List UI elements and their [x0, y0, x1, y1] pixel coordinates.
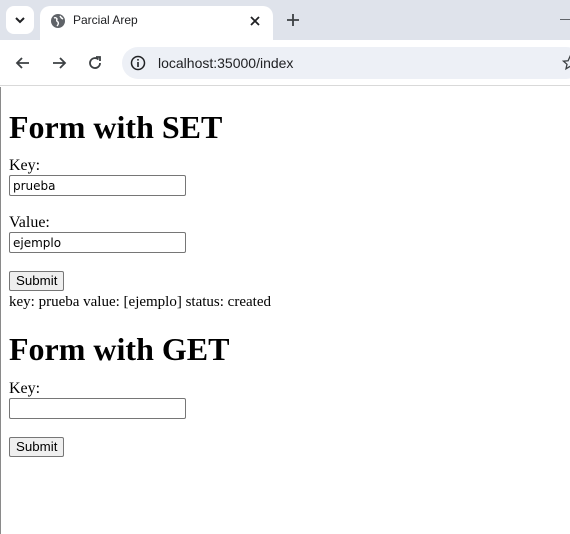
set-form-heading: Form with SET	[9, 109, 223, 145]
back-arrow-icon[interactable]	[13, 53, 33, 73]
browser-toolbar: localhost:35000/index	[0, 40, 570, 86]
tab-strip: Parcial Arep	[0, 0, 570, 40]
address-bar[interactable]: localhost:35000/index	[122, 47, 570, 79]
get-key-input[interactable]	[9, 398, 186, 419]
set-value-label: Value:	[9, 214, 50, 231]
globe-icon	[51, 14, 65, 28]
page-content: Form with SET Key: Value: Submit key: pr…	[9, 87, 564, 457]
url-text[interactable]: localhost:35000/index	[158, 55, 293, 71]
get-form: Key: Submit	[9, 380, 564, 457]
browser-tab[interactable]: Parcial Arep	[40, 6, 273, 40]
minimize-icon[interactable]	[560, 19, 570, 20]
get-key-label: Key:	[9, 380, 41, 397]
set-value-input[interactable]	[9, 232, 186, 253]
site-info-icon[interactable]	[130, 55, 146, 71]
window-border	[0, 87, 1, 534]
reload-icon[interactable]	[85, 53, 105, 73]
set-result-text: key: prueba value: [ejemplo] status: cre…	[9, 294, 271, 310]
close-icon[interactable]	[247, 13, 263, 29]
set-submit-button[interactable]: Submit	[9, 271, 65, 291]
tab-search-button[interactable]	[6, 6, 34, 34]
get-form-heading: Form with GET	[9, 331, 230, 367]
get-submit-button[interactable]: Submit	[9, 437, 65, 457]
set-key-label: Key:	[9, 157, 41, 174]
forward-arrow-icon[interactable]	[49, 53, 69, 73]
chevron-down-icon	[15, 17, 25, 24]
tab-title: Parcial Arep	[73, 13, 138, 27]
new-tab-plus-icon[interactable]	[284, 11, 302, 29]
set-form: Key: Value: Submit	[9, 157, 564, 291]
bookmark-star-icon[interactable]	[562, 55, 570, 71]
set-key-input[interactable]	[9, 175, 186, 196]
